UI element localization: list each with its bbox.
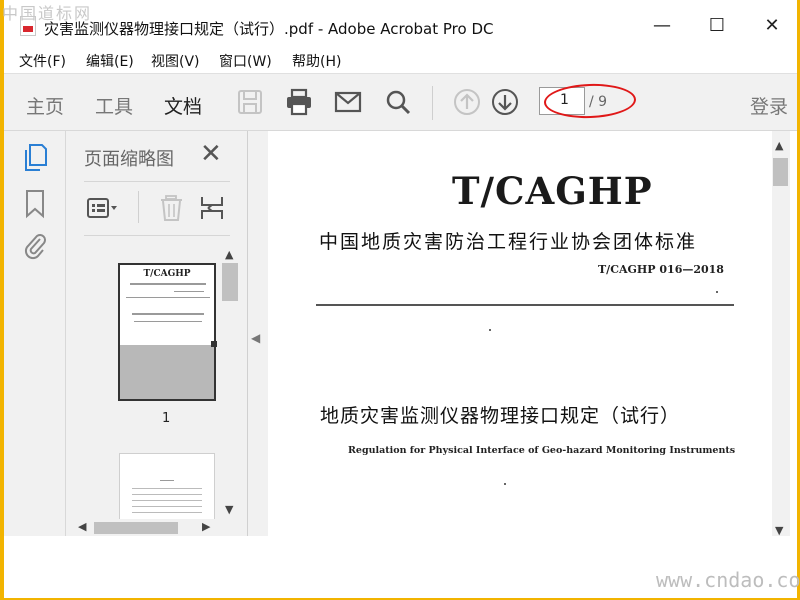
menu-bar: 文件(F) 编辑(E) 视图(V) 窗口(W) 帮助(H) [4, 48, 797, 72]
thumbnail-options-icon[interactable] [86, 193, 118, 223]
scan-speck [489, 329, 491, 331]
save-icon[interactable] [236, 88, 264, 116]
collapse-panel-icon[interactable]: ◀ [251, 331, 260, 345]
pages-icon[interactable] [22, 143, 48, 173]
title-bar: 灾害监测仪器物理接口规定（试行）.pdf - Adobe Acrobat Pro… [4, 0, 797, 46]
thumbnail-line [132, 500, 202, 501]
delete-icon[interactable] [156, 193, 188, 223]
document-chinese-title: 地质灾害监测仪器物理接口规定（试行） [320, 405, 681, 427]
scroll-up-icon[interactable]: ▲ [225, 248, 233, 261]
document-view[interactable]: T/CAGHP 中国地质灾害防治工程行业协会团体标准 T/CAGHP 016—2… [268, 131, 772, 536]
divider [316, 304, 734, 306]
menu-help[interactable]: 帮助(H) [292, 51, 341, 71]
scan-speck [716, 291, 718, 293]
thumbnail-handle[interactable] [211, 341, 217, 347]
document-organization: 中国地质灾害防治工程行业协会团体标准 [319, 231, 698, 253]
thumbnail-line [132, 494, 202, 495]
scrollbar-thumb[interactable] [222, 263, 238, 301]
menu-file[interactable]: 文件(F) [19, 51, 66, 71]
document-english-title: Regulation for Physical Interface of Geo… [348, 445, 736, 456]
toolbar-separator [432, 86, 433, 120]
thumbnail-line [132, 313, 204, 315]
thumbnail-label: 1 [162, 411, 171, 426]
close-button[interactable]: ✕ [757, 14, 787, 38]
scan-speck [504, 483, 506, 485]
thumbnail-panel: 页面缩略图 ✕ T/CAGHP 1 ▲ ▼ ◀ ▶ [66, 131, 248, 536]
scroll-up-icon[interactable]: ▲ [775, 139, 783, 152]
maximize-button[interactable]: ☐ [702, 14, 732, 38]
navigation-rail [4, 131, 66, 536]
thumbnail-line [126, 297, 210, 298]
tab-document[interactable]: 文档 [164, 92, 203, 134]
panel-title: 页面缩略图 [84, 149, 174, 170]
document-standard-prefix: T/CAGHP [452, 169, 653, 213]
tab-tools[interactable]: 工具 [95, 92, 133, 119]
watermark-bottom: www.cndao.com [656, 568, 800, 592]
menu-window[interactable]: 窗口(W) [219, 51, 272, 71]
page-thumbnail-2[interactable] [119, 453, 215, 523]
toolbar-separator [138, 191, 139, 223]
thumbnail-line [174, 291, 204, 292]
page-thumbnail-1[interactable]: T/CAGHP [118, 263, 217, 401]
print-icon[interactable] [285, 88, 313, 116]
thumbnail-line [134, 321, 202, 322]
thumbnail-line [132, 488, 202, 489]
scrollbar-thumb[interactable] [94, 522, 178, 534]
document-vertical-scrollbar[interactable] [772, 131, 790, 536]
divider [84, 235, 230, 236]
insert-page-icon[interactable] [196, 193, 228, 223]
panel-close-button[interactable]: ✕ [200, 139, 222, 169]
tab-home[interactable]: 主页 [26, 92, 64, 119]
thumbnail-line [132, 506, 202, 507]
divider [84, 181, 230, 182]
login-button[interactable]: 登录 [750, 92, 788, 119]
thumbnail-title: T/CAGHP [143, 269, 191, 279]
minimize-button[interactable]: — [647, 14, 677, 38]
watermark-top: 中国道标网 [2, 4, 93, 23]
menu-view[interactable]: 视图(V) [151, 51, 200, 71]
scrollbar-thumb[interactable] [773, 158, 788, 186]
thumbnail-shade [120, 345, 214, 399]
scroll-down-icon[interactable]: ▼ [225, 503, 233, 516]
search-icon[interactable] [384, 88, 412, 116]
next-page-icon[interactable] [491, 88, 519, 116]
document-code: T/CAGHP 016—2018 [598, 263, 724, 276]
bookmark-icon[interactable] [22, 189, 48, 219]
scroll-left-icon[interactable]: ◀ [78, 520, 86, 533]
prev-page-icon[interactable] [453, 88, 481, 116]
thumbnail-line [132, 512, 202, 513]
thumbnail-line [160, 480, 174, 481]
toolbar: 主页 工具 文档 1 / 9 登录 [4, 73, 797, 134]
email-icon[interactable] [334, 88, 362, 116]
attachment-icon[interactable] [22, 231, 48, 261]
thumbnail-line [130, 283, 206, 285]
panel-collapse-strip[interactable]: ◀ [248, 131, 268, 536]
scroll-right-icon[interactable]: ▶ [202, 520, 210, 533]
window-title: 灾害监测仪器物理接口规定（试行）.pdf - Adobe Acrobat Pro… [44, 20, 494, 38]
menu-edit[interactable]: 编辑(E) [86, 51, 134, 71]
